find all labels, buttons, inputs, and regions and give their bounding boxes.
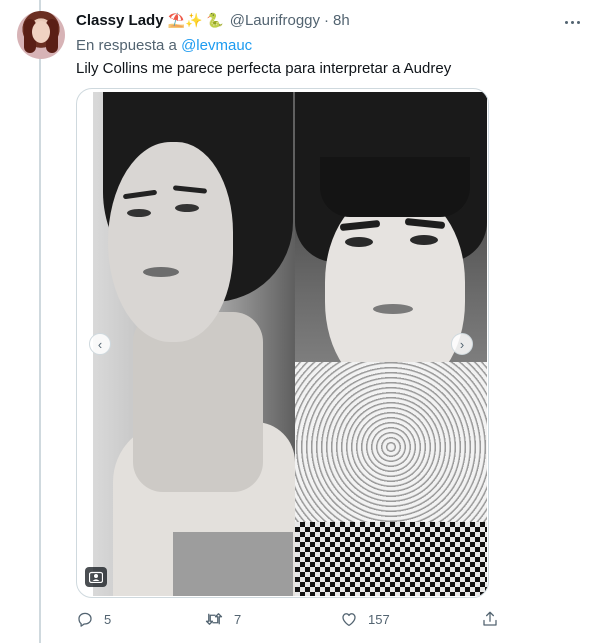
more-icon[interactable] xyxy=(560,12,584,32)
like-button[interactable]: 157 xyxy=(340,610,390,628)
thread-line xyxy=(39,0,41,643)
photo-left-eye xyxy=(175,204,199,212)
tag-people-icon[interactable] xyxy=(85,567,107,587)
action-bar: 5 7 157 xyxy=(76,610,506,634)
reply-context: En respuesta a @levmauc xyxy=(76,37,252,54)
photo-right-eye xyxy=(410,235,438,245)
photo-left-eye xyxy=(127,209,151,217)
reply-count: 5 xyxy=(104,611,112,627)
photo-right-collar xyxy=(295,362,487,532)
photo-right-lips xyxy=(373,304,413,314)
chevron-right-icon[interactable]: › xyxy=(451,333,473,355)
like-count: 157 xyxy=(368,611,390,627)
user-handle[interactable]: @Laurifroggy xyxy=(230,12,320,29)
reply-icon xyxy=(76,610,94,628)
photo-right-eye xyxy=(345,237,373,247)
photo-left-dress xyxy=(173,532,293,596)
photo-left-lips xyxy=(143,267,179,277)
separator-dot: · xyxy=(324,12,330,29)
photo-left[interactable] xyxy=(93,92,295,596)
photo-right-gingham xyxy=(295,522,487,596)
photo-right-bangs xyxy=(320,157,470,217)
display-name[interactable]: Classy Lady xyxy=(76,12,164,29)
share-icon xyxy=(481,610,499,628)
avatar-face xyxy=(32,21,50,43)
reply-mention-link[interactable]: @levmauc xyxy=(181,37,252,54)
photo-left-neck xyxy=(133,312,263,492)
avatar[interactable] xyxy=(17,11,65,59)
tweet-header: Classy Lady ⛱️✨ 🐍 @Laurifroggy · 8h xyxy=(76,12,350,29)
share-button[interactable] xyxy=(481,610,499,628)
retweet-button[interactable]: 7 xyxy=(204,610,241,628)
chevron-left-icon[interactable]: ‹ xyxy=(89,333,111,355)
like-icon xyxy=(340,610,358,628)
reply-prefix: En respuesta a xyxy=(76,37,177,54)
media-carousel[interactable]: ‹ › xyxy=(76,88,489,598)
name-emojis: ⛱️✨ 🐍 xyxy=(167,12,224,28)
retweet-count: 7 xyxy=(234,611,242,627)
reply-button[interactable]: 5 xyxy=(76,610,111,628)
photo-left-face xyxy=(108,142,233,342)
tweet-time[interactable]: 8h xyxy=(333,12,350,29)
tweet-text: Lily Collins me parece perfecta para int… xyxy=(76,60,452,77)
retweet-icon xyxy=(204,610,224,628)
